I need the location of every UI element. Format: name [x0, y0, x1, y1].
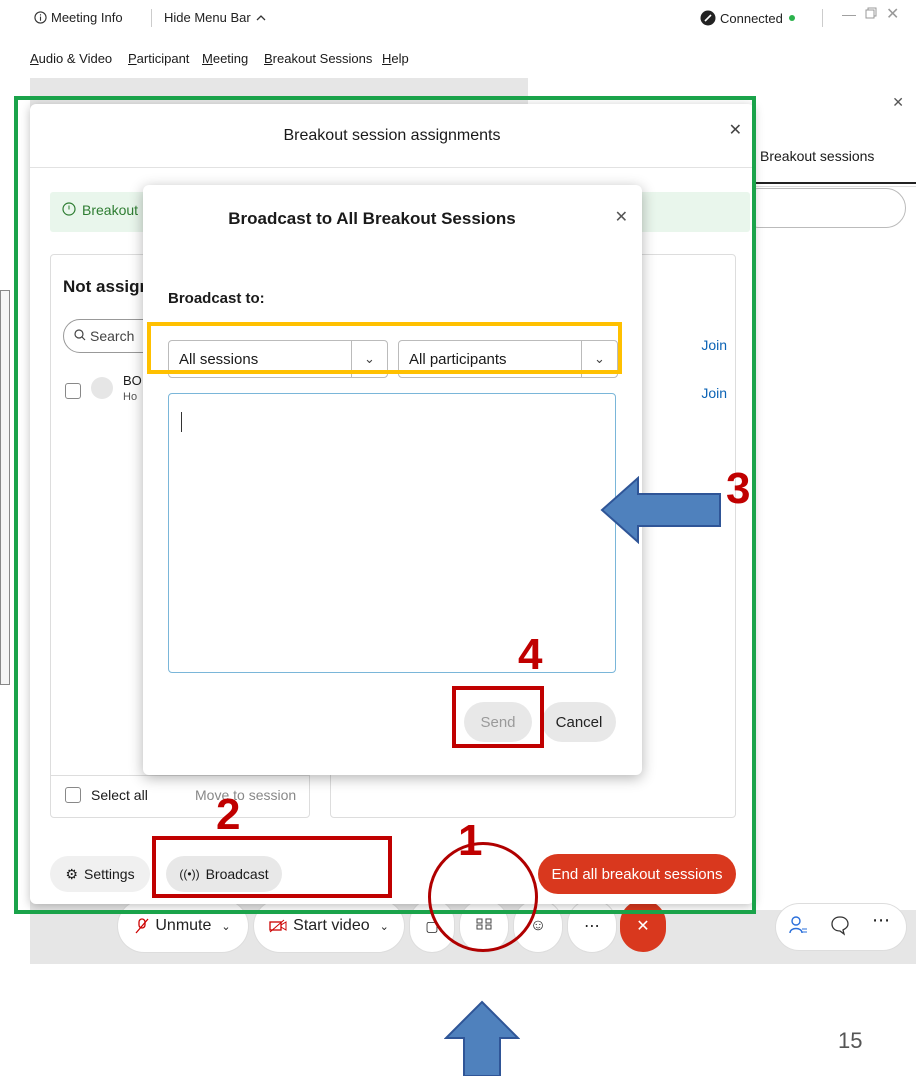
slide-number: 15 [838, 1028, 863, 1053]
divider [748, 186, 916, 187]
video-off-icon [269, 919, 287, 933]
status-dot-icon [787, 13, 797, 23]
start-video-label: Start video [293, 917, 370, 934]
broadcast-to-label: Broadcast to: [168, 290, 265, 307]
panel-search-input[interactable] [738, 188, 906, 228]
menu-breakout-sessions[interactable]: Breakout Sessions [264, 51, 372, 66]
step-4-label: 4 [518, 630, 543, 679]
divider [822, 9, 823, 27]
meeting-info-label: Meeting Info [51, 10, 123, 25]
dropdown-highlight [147, 322, 622, 374]
broadcast-highlight [152, 836, 392, 898]
menu-help[interactable]: Help [382, 51, 409, 66]
dialog-title: Broadcast to All Breakout Sessions [228, 209, 516, 228]
mic-muted-icon [135, 918, 149, 934]
up-arrow-icon [444, 1000, 520, 1076]
connection-status[interactable]: Connected [700, 10, 797, 26]
send-highlight [452, 686, 544, 748]
close-icon: ✕ [636, 918, 650, 935]
text-cursor [181, 412, 182, 432]
participants-icon[interactable] [788, 914, 808, 941]
breakout-button-highlight [428, 842, 538, 952]
connected-label: Connected [720, 10, 783, 26]
step-3-label: 3 [726, 464, 751, 513]
dialog-close-icon[interactable]: ✕ [615, 207, 628, 227]
menu-participant[interactable]: Participant [128, 51, 189, 66]
menu-meeting[interactable]: Meeting [202, 51, 248, 66]
unmute-label: Unmute [155, 917, 212, 934]
chevron-up-icon [255, 13, 267, 23]
cancel-button[interactable]: Cancel [542, 702, 616, 742]
network-icon [700, 10, 716, 26]
left-arrow-icon [600, 476, 721, 544]
step-1-label: 1 [458, 816, 483, 865]
hide-menu-bar-button[interactable]: Hide Menu Bar [164, 10, 267, 25]
info-icon [34, 11, 47, 24]
panel-close-icon[interactable]: ✕ [892, 94, 904, 111]
menu-bar: Audio & Video Participant Meeting Breako… [30, 44, 916, 74]
tab-underline [756, 182, 916, 184]
meeting-info-button[interactable]: Meeting Info [34, 10, 123, 25]
partial-window-edge [0, 290, 10, 685]
hide-menu-bar-label: Hide Menu Bar [164, 10, 251, 25]
more-icon[interactable]: ⋯ [872, 910, 890, 931]
chevron-down-icon: ⌄ [379, 920, 389, 933]
window-close-icon[interactable]: ✕ [886, 4, 899, 24]
chevron-down-icon: ⌄ [221, 920, 231, 933]
broadcast-message-input[interactable] [168, 393, 616, 673]
tab-breakout-sessions[interactable]: Breakout sessions [760, 148, 874, 164]
restore-icon[interactable] [864, 6, 878, 23]
divider [151, 9, 152, 27]
chat-icon[interactable] [830, 914, 850, 941]
more-icon: ⋯ [584, 918, 600, 935]
step-2-label: 2 [216, 790, 241, 839]
minimize-icon[interactable]: — [842, 6, 856, 22]
title-bar: Meeting Info Hide Menu Bar Connected — ✕ [30, 0, 916, 36]
menu-audio-video[interactable]: Audio & Video [30, 51, 112, 66]
